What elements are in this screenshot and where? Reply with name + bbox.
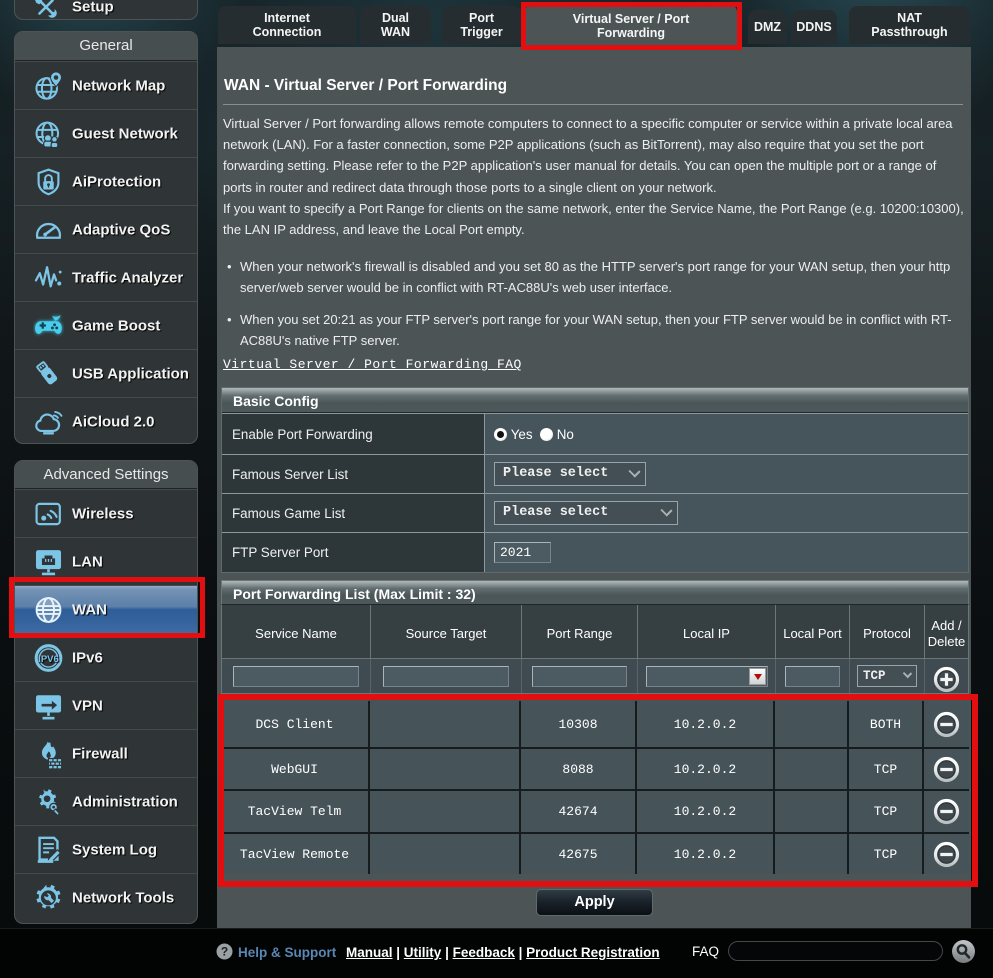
svg-text:?: ? — [221, 945, 228, 959]
svg-text:IPV6: IPV6 — [38, 653, 59, 664]
